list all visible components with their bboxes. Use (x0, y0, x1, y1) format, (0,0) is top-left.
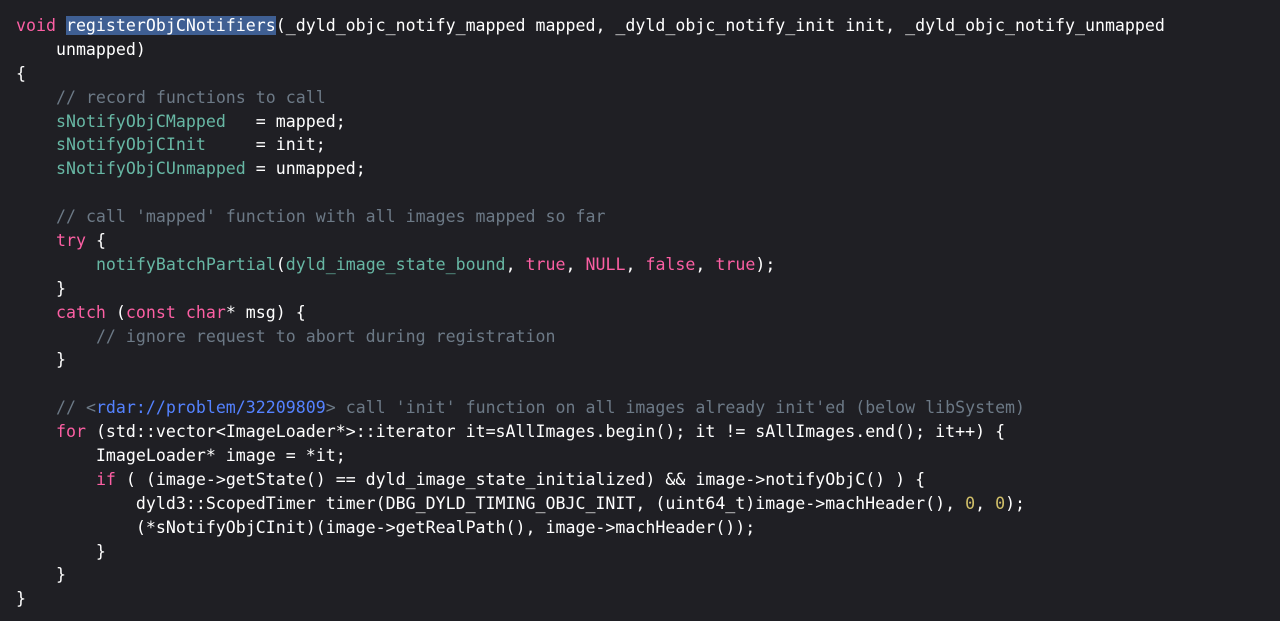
code-line: notifyBatchPartial(dyld_image_state_boun… (16, 253, 1280, 277)
code-identifier: notifyBatchPartial (95, 254, 276, 274)
code-keyword: char (185, 302, 226, 322)
code-number-literal: 0 (965, 493, 976, 513)
code-text: { (16, 63, 26, 83)
code-line: sNotifyObjCMapped = mapped; (16, 110, 1280, 134)
code-text: = init; (205, 135, 326, 155)
code-line: sNotifyObjCInit = init; (16, 133, 1280, 157)
code-keyword: true (715, 254, 756, 274)
code-text: } (16, 350, 66, 370)
code-comment: // < (55, 398, 96, 418)
code-line: } (16, 277, 1280, 301)
code-line: } (16, 540, 1280, 564)
code-text: ); (755, 254, 776, 274)
code-line: void registerObjCNotifiers(_dyld_objc_no… (16, 14, 1280, 38)
code-keyword: for (55, 422, 86, 442)
code-text: ( (275, 254, 286, 274)
code-line: } (16, 348, 1280, 372)
code-comment: > call 'init' function on all images alr… (325, 398, 1026, 418)
code-line: if ( (image->getState() == dyld_image_st… (16, 468, 1280, 492)
code-text: (std::vector<ImageLoader*>::iterator it=… (85, 422, 1006, 442)
code-text: ImageLoader* image = *it; (16, 446, 346, 466)
code-text: } (16, 541, 106, 561)
code-link[interactable]: rdar://problem/32209809 (96, 398, 326, 417)
code-line: // <rdar://problem/32209809> call 'init'… (16, 396, 1280, 420)
code-text: = mapped; (225, 111, 346, 131)
code-line: // ignore request to abort during regist… (16, 325, 1280, 349)
code-line: sNotifyObjCUnmapped = unmapped; (16, 157, 1280, 181)
code-comment: // record functions to call (55, 87, 326, 107)
code-identifier: sNotifyObjCUnmapped (55, 159, 246, 179)
code-text: dyld3::ScopedTimer timer(DBG_DYLD_TIMING… (16, 493, 966, 513)
code-line: (*sNotifyObjCInit)(image->getRealPath(),… (16, 516, 1280, 540)
code-identifier: sNotifyObjCMapped (55, 111, 226, 131)
code-text: unmapped) (16, 39, 146, 59)
code-comment: // ignore request to abort during regist… (95, 326, 556, 346)
code-line: try { (16, 229, 1280, 253)
code-editor[interactable]: void registerObjCNotifiers(_dyld_objc_no… (0, 0, 1280, 621)
code-line: dyld3::ScopedTimer timer(DBG_DYLD_TIMING… (16, 492, 1280, 516)
code-keyword: catch (55, 302, 106, 322)
code-text: , (505, 254, 526, 274)
selected-function-name[interactable]: registerObjCNotifiers (65, 16, 276, 35)
code-text: , (695, 254, 716, 274)
code-line: } (16, 563, 1280, 587)
code-line: for (std::vector<ImageLoader*>::iterator… (16, 420, 1280, 444)
code-keyword: true (525, 254, 566, 274)
code-text: ( (105, 302, 126, 322)
code-text: , (975, 493, 996, 513)
code-comment: // call 'mapped' function with all image… (55, 207, 606, 227)
code-keyword: try (55, 231, 86, 251)
code-keyword: if (95, 469, 116, 489)
code-text: } (16, 589, 26, 609)
code-number-literal: 0 (995, 493, 1006, 513)
code-keyword: false (645, 254, 696, 274)
code-line: { (16, 62, 1280, 86)
code-line: } (16, 587, 1280, 611)
code-text: = unmapped; (245, 159, 366, 179)
code-text: } (16, 565, 66, 585)
code-line: catch (const char* msg) { (16, 301, 1280, 325)
code-keyword: void (16, 16, 66, 35)
code-line: unmapped) (16, 38, 1280, 62)
code-text: ); (1005, 493, 1026, 513)
code-text: , (625, 254, 646, 274)
code-line: // call 'mapped' function with all image… (16, 205, 1280, 229)
code-text: { (85, 231, 106, 251)
code-line: ImageLoader* image = *it; (16, 444, 1280, 468)
code-keyword: NULL (585, 254, 626, 274)
code-identifier: dyld_image_state_bound (285, 254, 506, 274)
code-identifier: sNotifyObjCInit (55, 135, 206, 155)
code-line: // record functions to call (16, 86, 1280, 110)
code-keyword: const (125, 302, 176, 322)
code-text: } (16, 278, 66, 298)
code-text: * msg) { (225, 302, 306, 322)
code-text: , (565, 254, 586, 274)
code-text: (*sNotifyObjCInit)(image->getRealPath(),… (16, 517, 756, 537)
code-text: (_dyld_objc_notify_mapped mapped, _dyld_… (275, 16, 1165, 35)
code-text: ( (image->getState() == dyld_image_state… (115, 469, 926, 489)
